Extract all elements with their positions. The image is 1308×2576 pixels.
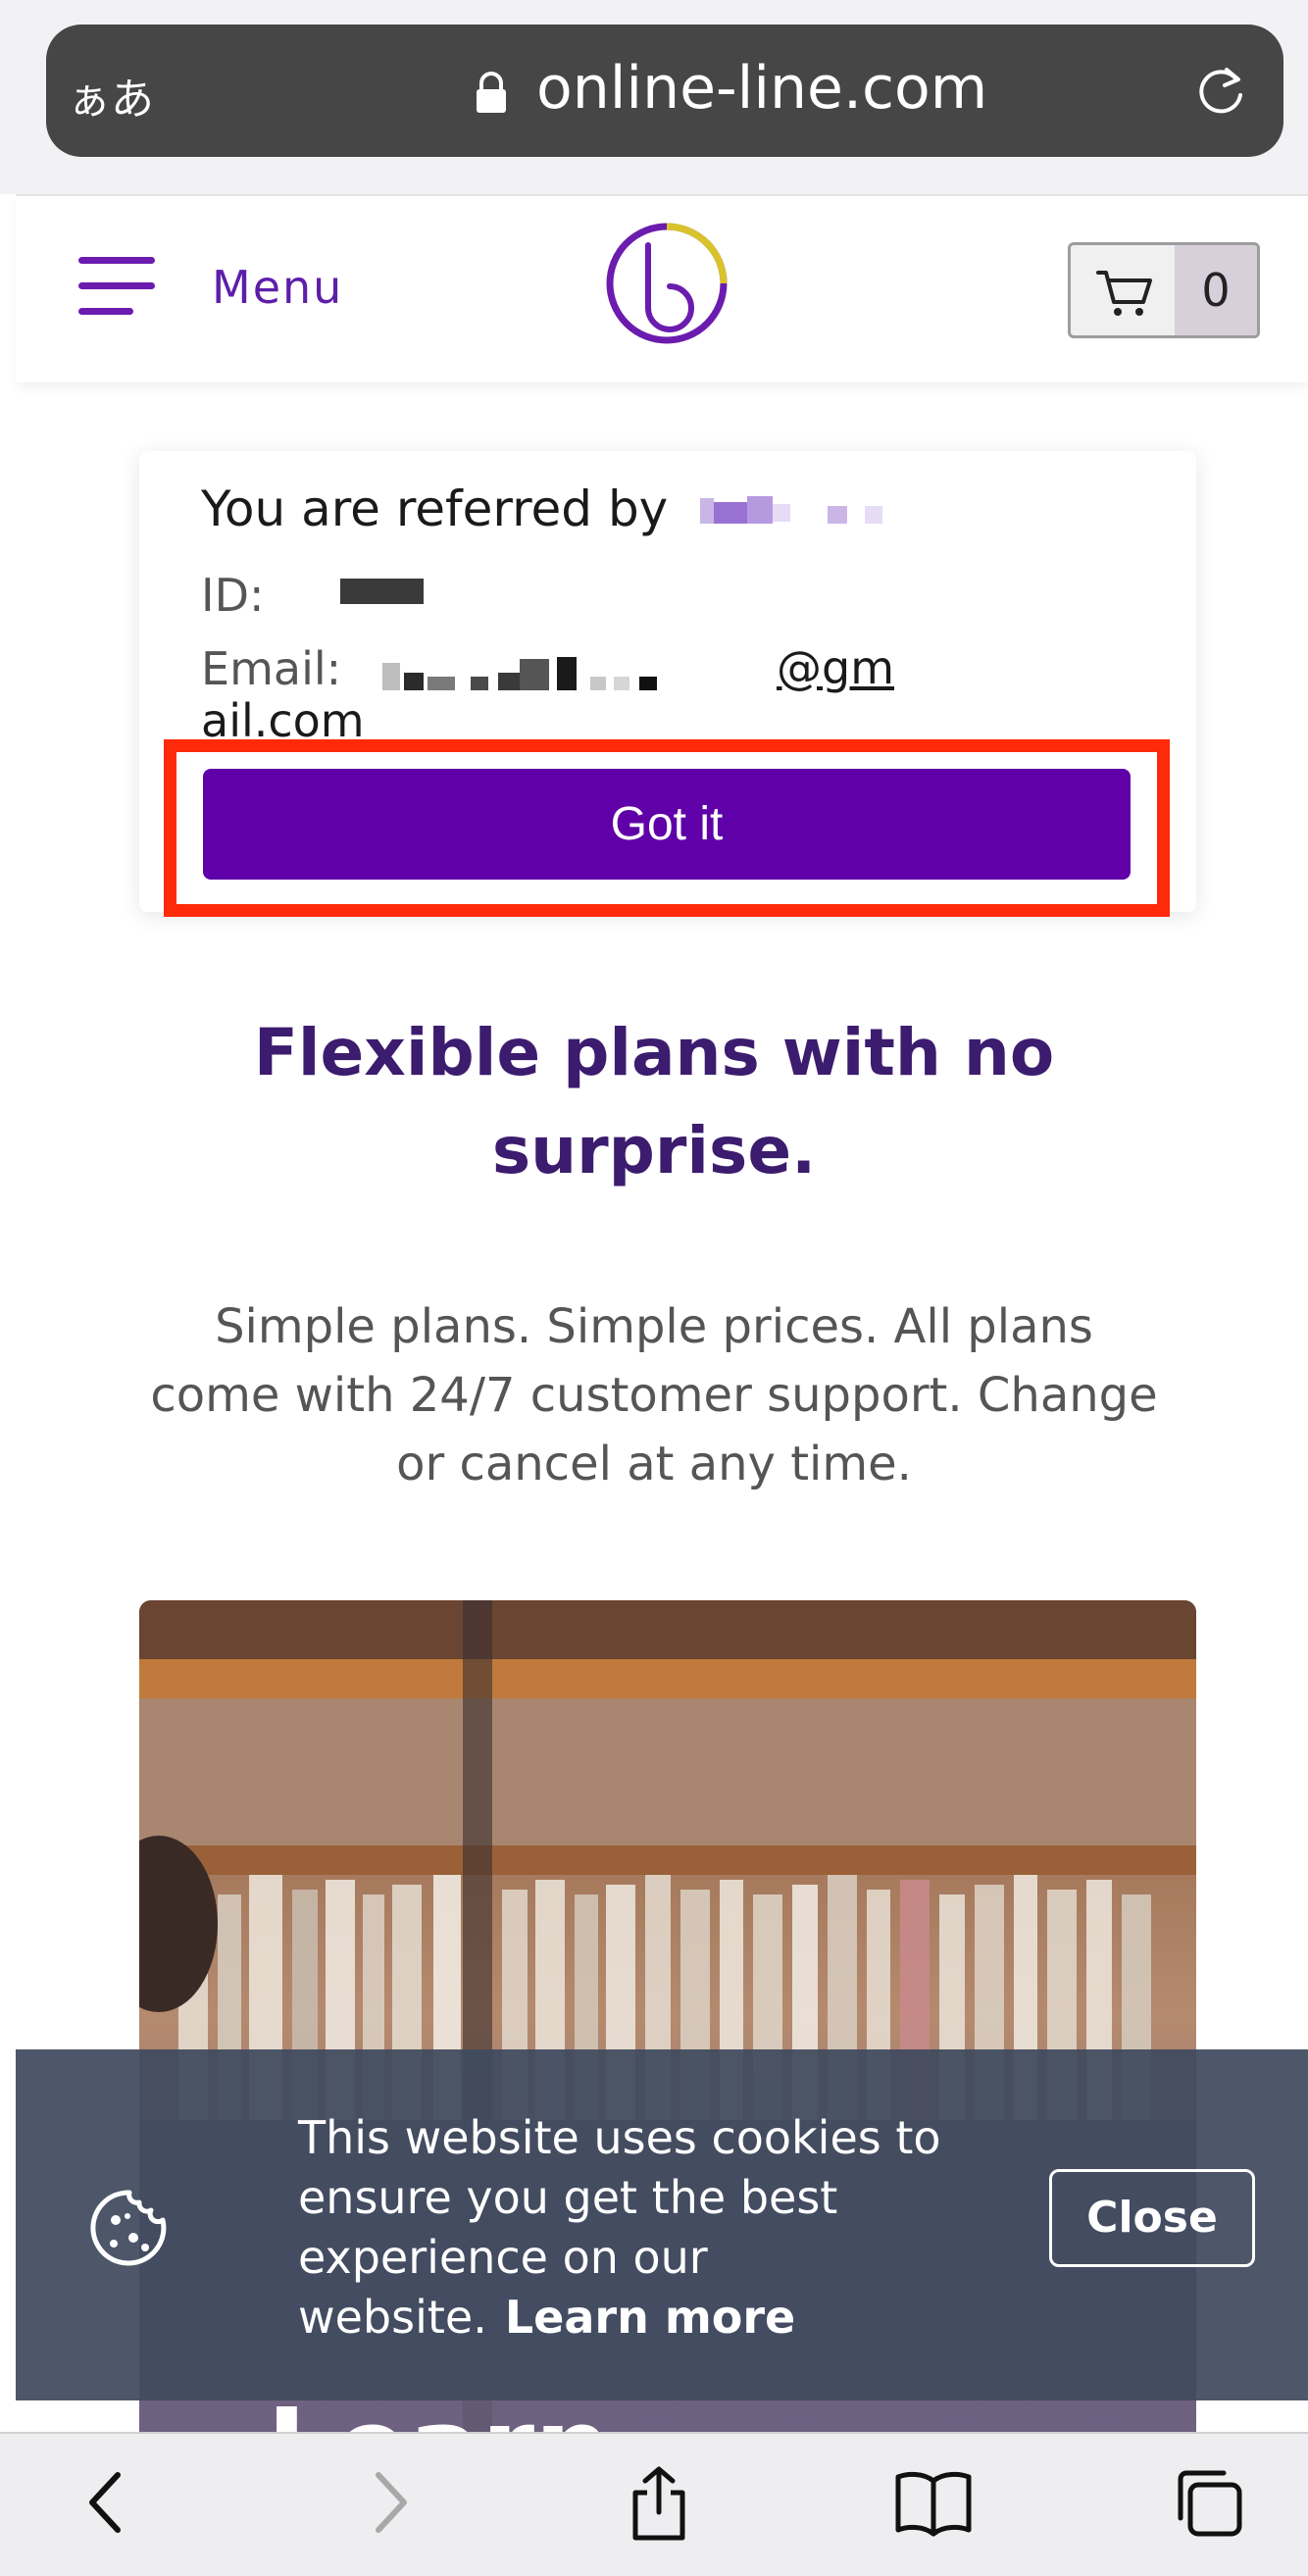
back-icon[interactable] <box>69 2463 147 2542</box>
cookie-close-button[interactable]: Close <box>1049 2169 1255 2267</box>
lock-icon <box>477 72 506 113</box>
referral-email-domain[interactable]: @gm <box>777 641 894 694</box>
redacted-name <box>700 496 882 524</box>
cart-button[interactable]: 0 <box>1068 242 1260 338</box>
cookie-banner: This website uses cookies to ensure you … <box>16 2049 1308 2400</box>
referral-title: You are referred by <box>201 480 669 537</box>
got-it-button[interactable]: Got it <box>203 769 1131 880</box>
bookmarks-icon[interactable] <box>894 2463 973 2542</box>
site-header: Menu 0 <box>16 194 1308 382</box>
menu-label[interactable]: Menu <box>212 261 343 314</box>
menu-icon[interactable] <box>78 257 155 316</box>
page-headline: Flexible plans with no surprise. <box>253 1015 1055 1188</box>
cart-count: 0 <box>1175 245 1257 335</box>
address-bar[interactable]: ぁあ online-line.com <box>46 25 1283 157</box>
redacted-email <box>382 653 775 692</box>
cart-icon <box>1096 271 1152 316</box>
redacted-id <box>340 579 424 604</box>
forward-icon[interactable] <box>349 2463 428 2542</box>
page-subtext: Simple plans. Simple prices. All plans c… <box>150 1299 1158 1491</box>
tabs-icon[interactable] <box>1169 2463 1247 2542</box>
browser-top-bar: ぁあ online-line.com <box>0 0 1308 194</box>
referral-id-label: ID: <box>201 569 265 622</box>
brand-logo[interactable] <box>601 218 732 349</box>
url-text: online-line.com <box>536 54 988 123</box>
learn-more-link[interactable]: Learn more <box>505 2291 795 2344</box>
cookie-message: This website uses cookies to ensure you … <box>298 2108 1004 2348</box>
cookie-icon <box>90 2190 167 2266</box>
share-icon[interactable] <box>620 2463 698 2542</box>
reload-icon[interactable] <box>1191 62 1250 121</box>
browser-bottom-toolbar <box>0 2432 1308 2576</box>
text-size-button[interactable]: ぁあ <box>68 64 154 126</box>
